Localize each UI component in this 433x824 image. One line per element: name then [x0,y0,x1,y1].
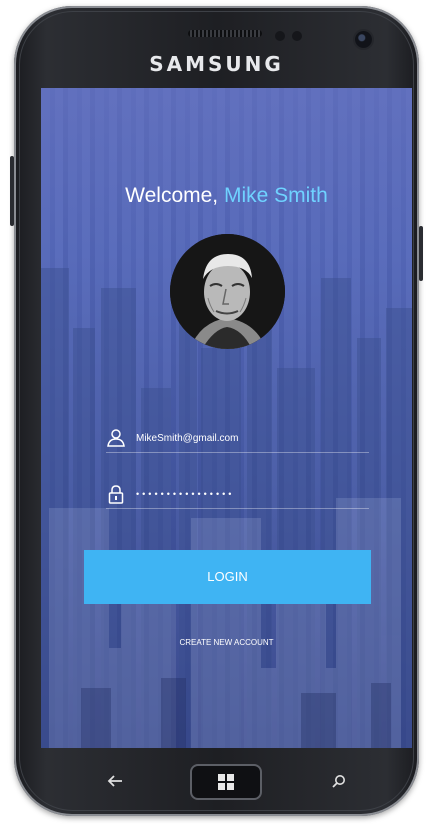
sensor-icon [275,31,285,41]
email-value: MikeSmith@gmail.com [136,432,239,444]
earpiece-speaker-icon [188,30,262,37]
sensor-icon [292,31,302,41]
welcome-prefix: Welcome, [125,184,224,207]
power-button [419,226,423,281]
device-brand-logo: SAMSUNG [149,52,284,76]
user-icon [107,429,125,447]
back-arrow-icon[interactable] [107,774,123,788]
device-navigation-bar [14,752,419,812]
front-camera-icon [355,31,372,48]
lock-icon [108,485,124,504]
search-icon[interactable] [332,774,346,788]
home-button[interactable] [190,764,262,800]
windows-logo-icon [218,774,234,790]
password-field[interactable]: •••••••••••••••• [106,480,369,509]
welcome-heading: Welcome, Mike Smith [41,184,412,208]
password-value: •••••••••••••••• [136,489,235,499]
email-field[interactable]: MikeSmith@gmail.com [106,424,369,453]
create-account-link[interactable]: CREATE NEW ACCOUNT [41,638,412,647]
user-avatar [170,234,285,349]
user-name: Mike Smith [223,184,328,207]
login-button[interactable]: LOGIN [84,550,371,604]
login-screen: Welcome, Mike Smith MikeSmith@gmail.com [41,88,412,748]
user-portrait-photo [170,234,285,349]
volume-button [10,156,14,226]
